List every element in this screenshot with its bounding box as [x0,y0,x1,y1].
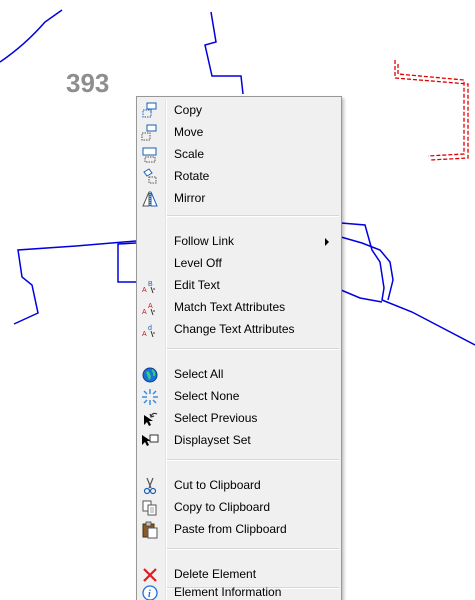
boundary-line-top-middle [204,11,244,95]
select-none-icon [141,388,159,406]
select-all-icon [141,366,159,384]
menu-label-delete-element: Delete Element [174,567,257,581]
rotate-icon [141,168,159,186]
mirror-icon [141,190,159,208]
menu-label-cut-to-clipboard: Cut to Clipboard [174,478,261,492]
menu-label-level-off: Level Off [174,256,222,270]
menu-item-select-all[interactable]: Select All [139,364,339,386]
svg-text:A: A [142,309,147,316]
menu-item-select-none[interactable]: Select None [139,386,339,408]
paste-clipboard-icon [141,521,159,539]
svg-text:A: A [142,331,147,338]
copy-icon [141,102,159,120]
match-text-attributes-icon: A A [141,299,159,317]
menu-label-move: Move [174,125,204,139]
menu-label-copy-to-clipboard: Copy to Clipboard [174,500,271,514]
menu-item-select-previous[interactable]: Select Previous [139,408,339,430]
dashed-parcel-outline [394,60,469,161]
menu-label-paste-from-clipboard: Paste from Clipboard [174,522,287,536]
menu-item-displayset-set[interactable]: Displayset Set [139,430,339,452]
menu-label-element-information: Element Information [174,585,282,599]
svg-text:i: i [148,589,151,600]
menu-item-scale[interactable]: Scale [139,144,339,166]
menu-label-edit-text: Edit Text [174,278,220,292]
boundary-line-right-lower [340,289,383,303]
menu-item-element-information[interactable]: i Element Information [139,582,339,600]
boundary-line-left-inner [117,242,137,283]
svg-text:A: A [142,287,147,294]
menu-label-mirror: Mirror [174,191,206,205]
boundary-line-right-inner [340,236,394,301]
copy-clipboard-icon [141,499,159,517]
menu-separator [167,459,339,461]
menu-label-copy: Copy [174,103,203,117]
context-menu: Copy Move Scale Rotate Mirror Follow Lin… [136,96,342,600]
menu-separator [167,348,339,350]
menu-item-move[interactable]: Move [139,122,339,144]
menu-separator [167,215,339,217]
menu-item-mirror[interactable]: Mirror [139,188,339,210]
svg-text:A: A [148,303,153,310]
move-icon [141,124,159,142]
menu-label-scale: Scale [174,147,205,161]
menu-item-paste-from-clipboard[interactable]: Paste from Clipboard [139,519,339,541]
menu-item-copy[interactable]: Copy [139,100,339,122]
menu-label-select-none: Select None [174,389,240,403]
scale-icon [141,146,159,164]
menu-item-rotate[interactable]: Rotate [139,166,339,188]
menu-label-match-text-attributes: Match Text Attributes [174,300,286,314]
select-previous-icon [141,410,159,428]
boundary-line-right [340,222,475,346]
displayset-set-icon [141,432,159,450]
svg-text:B: B [148,281,153,288]
drawing-canvas[interactable]: 393 Copy Move Scale Rotate Mirror Follow… [0,0,475,600]
parcel-number-label: 393 [66,68,110,98]
menu-item-cut-to-clipboard[interactable]: Cut to Clipboard [139,475,339,497]
submenu-arrow-icon [325,238,329,246]
menu-item-level-off[interactable]: Level Off [139,253,339,275]
menu-item-follow-link[interactable]: Follow Link [139,231,339,253]
menu-label-rotate: Rotate [174,169,210,183]
menu-item-edit-text[interactable]: A B Edit Text [139,275,339,297]
edit-text-icon: A B [141,277,159,295]
menu-label-select-previous: Select Previous [174,411,258,425]
info-icon: i [141,584,159,600]
menu-separator [167,548,339,550]
boundary-line-top-left [0,9,63,63]
menu-label-displayset-set: Displayset Set [174,433,251,447]
menu-item-copy-to-clipboard[interactable]: Copy to Clipboard [139,497,339,519]
change-text-attributes-icon: A d [141,321,159,339]
menu-label-follow-link: Follow Link [174,234,235,248]
menu-item-change-text-attributes[interactable]: A d Change Text Attributes [139,319,339,341]
scissors-icon [141,477,159,495]
menu-label-change-text-attributes: Change Text Attributes [174,322,295,336]
menu-item-match-text-attributes[interactable]: A A Match Text Attributes [139,297,339,319]
menu-label-select-all: Select All [174,367,224,381]
